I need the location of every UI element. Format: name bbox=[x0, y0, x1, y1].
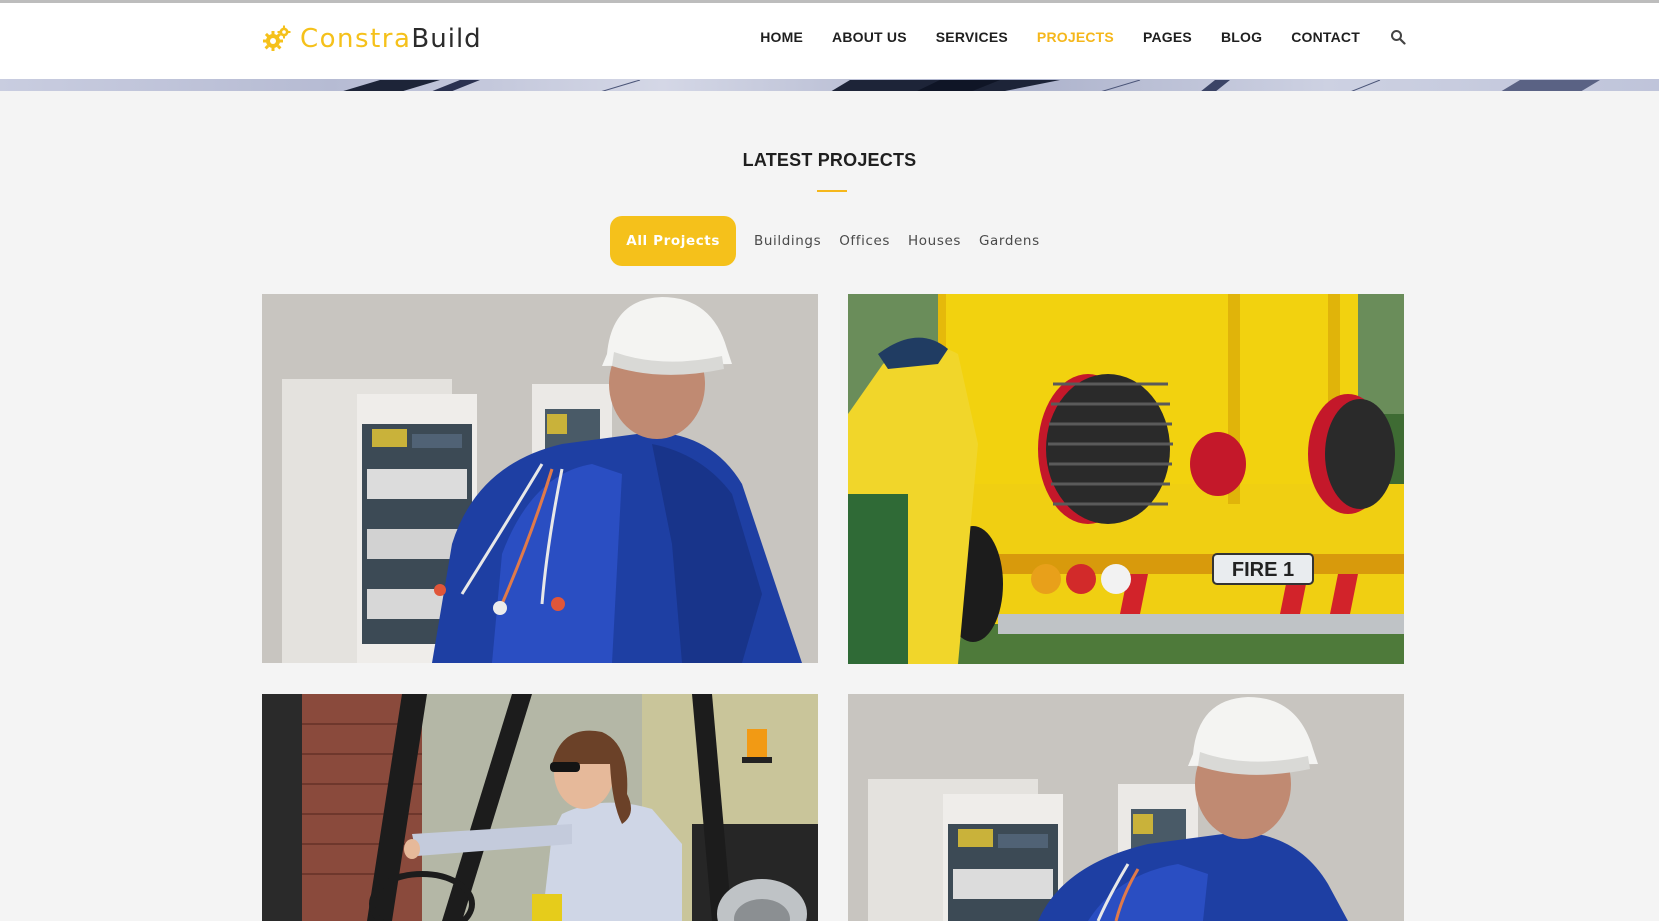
license-plate: FIRE 1 bbox=[1232, 559, 1294, 581]
nav-about-us[interactable]: ABOUT US bbox=[832, 29, 907, 45]
filter-gardens[interactable]: Gardens bbox=[970, 216, 1049, 266]
electrician-worker-photo bbox=[848, 694, 1404, 921]
logo-text-constra: Constra bbox=[300, 24, 412, 54]
site-header: Constra Build HOME ABOUT US SERVICES PROJ… bbox=[0, 3, 1659, 79]
filter-houses[interactable]: Houses bbox=[899, 216, 970, 266]
forklift-operator-photo bbox=[262, 694, 818, 921]
nav-home[interactable]: HOME bbox=[760, 29, 803, 45]
nav-services[interactable]: SERVICES bbox=[936, 29, 1008, 45]
banner-image-strip bbox=[0, 79, 1659, 91]
fire-truck-photo: FIRE 1 bbox=[848, 294, 1404, 664]
nav-blog[interactable]: BLOG bbox=[1221, 29, 1262, 45]
gears-icon bbox=[263, 25, 291, 51]
blueprint-pattern bbox=[343, 79, 1600, 91]
project-card-4[interactable] bbox=[848, 694, 1404, 921]
project-filters: All Projects Buildings Offices Houses Ga… bbox=[0, 216, 1659, 266]
site-logo[interactable]: Constra Build bbox=[262, 21, 482, 57]
filter-all-projects[interactable]: All Projects bbox=[610, 216, 736, 266]
main-nav: HOME ABOUT US SERVICES PROJECTS PAGES BL… bbox=[731, 29, 1406, 45]
project-card-1[interactable] bbox=[262, 294, 818, 663]
nav-contact[interactable]: CONTACT bbox=[1291, 29, 1360, 45]
logo-text-build: Build bbox=[411, 24, 482, 54]
filter-buildings[interactable]: Buildings bbox=[745, 216, 830, 266]
electrician-worker-photo bbox=[262, 294, 818, 663]
search-icon[interactable] bbox=[1390, 29, 1406, 45]
project-card-3[interactable] bbox=[262, 694, 818, 921]
filter-offices[interactable]: Offices bbox=[830, 216, 899, 266]
title-underline bbox=[817, 190, 847, 192]
nav-pages[interactable]: PAGES bbox=[1143, 29, 1192, 45]
section-title: LATEST PROJECTS bbox=[742, 150, 917, 170]
project-card-2[interactable]: FIRE 1 bbox=[848, 294, 1404, 664]
nav-projects[interactable]: PROJECTS bbox=[1037, 29, 1114, 45]
